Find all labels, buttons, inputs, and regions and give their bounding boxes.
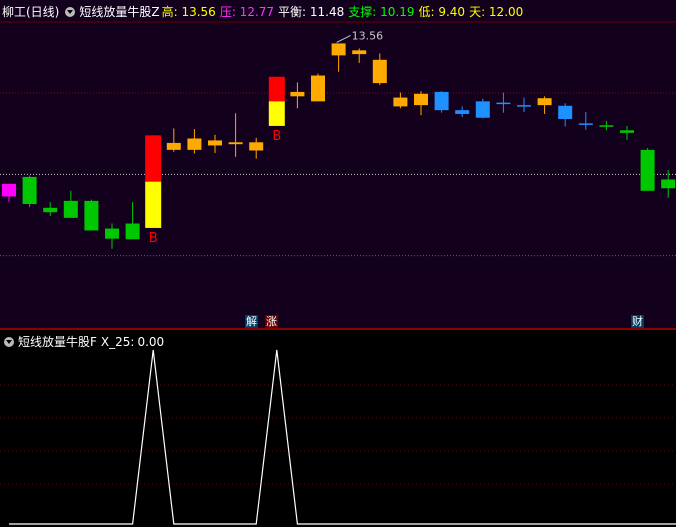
signal-jie: 解	[245, 315, 258, 328]
candle-body	[352, 50, 367, 55]
dropdown-icon[interactable]	[4, 337, 14, 347]
candle-body	[228, 142, 243, 145]
signal-zhang: 涨	[265, 315, 278, 328]
header-values: 高: 13.56 压: 12.77 平衡: 11.48 支撑: 10.19 低: 9.4…	[162, 5, 528, 19]
sub-value: 0.00	[137, 335, 165, 349]
signal-cai: 财	[631, 315, 644, 328]
candle-body	[599, 125, 614, 127]
candle-body	[105, 228, 119, 239]
candle-body	[640, 149, 655, 191]
main-header: 柳工(日线) 短线放量牛股Z 高: 13.56 压: 12.77 平衡: 11.48 支撑…	[2, 3, 531, 20]
candle-body	[414, 93, 428, 106]
candle-body	[537, 98, 552, 106]
main-chart-panel[interactable]: B B 13.56 柳工(日线) 短线放量牛股Z 高: 13.56 压: 12.77 平衡:…	[0, 0, 676, 328]
signal-bar-red	[145, 135, 162, 182]
dropdown-icon[interactable]	[65, 7, 76, 17]
buy-marker: B	[149, 231, 158, 246]
header-item: 平衡: 11.48	[278, 5, 345, 19]
candle-body	[84, 200, 99, 231]
candle-body	[125, 223, 140, 240]
stock-name: 柳工(日线)	[2, 5, 60, 19]
candle-body	[22, 176, 37, 205]
signal-bar-yellow	[268, 101, 285, 126]
candle-body	[63, 200, 78, 218]
header-item: 支撑: 10.19	[348, 5, 415, 19]
candle-body	[558, 105, 573, 119]
candle-body	[475, 101, 490, 118]
candle-body	[393, 97, 408, 107]
candle-body	[208, 140, 222, 146]
header-item: 高: 13.56	[161, 5, 216, 19]
peak-pointer	[336, 34, 351, 43]
x25-series-line	[9, 349, 676, 525]
indicator-name: 短线放量牛股Z	[79, 5, 160, 19]
candle-body	[455, 110, 470, 114]
sub-indicator-name: 短线放量牛股F	[18, 335, 97, 349]
candle-body	[187, 138, 202, 150]
buy-marker: B	[272, 129, 281, 144]
candle-body	[372, 59, 387, 84]
candle-body	[290, 91, 305, 97]
signal-bar-yellow	[145, 181, 162, 228]
candle-body	[331, 43, 346, 56]
sub-header: 短线放量牛股F X_25: 0.00	[2, 333, 168, 350]
peak-label: 13.56	[352, 29, 384, 42]
candlestick-chart[interactable]: B B 13.56	[0, 0, 676, 328]
x25-line-chart[interactable]	[0, 330, 676, 527]
candle-body	[434, 91, 449, 111]
candle-body	[166, 142, 181, 150]
sub-chart-panel[interactable]: 短线放量牛股F X_25: 0.00	[0, 330, 676, 527]
candle-body	[2, 183, 16, 197]
candle-body	[661, 179, 676, 189]
candle-body	[496, 102, 511, 105]
header-item: 压: 12.77	[219, 5, 275, 19]
candle-body	[43, 207, 58, 213]
candle-body	[311, 75, 325, 102]
sub-label: X_25:	[100, 335, 135, 349]
candle-body	[249, 142, 264, 151]
candle-body	[517, 105, 531, 107]
header-item: 低: 9.40	[418, 5, 466, 19]
candle-body	[578, 123, 593, 125]
header-item: 天: 12.00	[469, 5, 524, 19]
signal-bar-red	[268, 76, 285, 102]
candle-body	[620, 130, 634, 133]
